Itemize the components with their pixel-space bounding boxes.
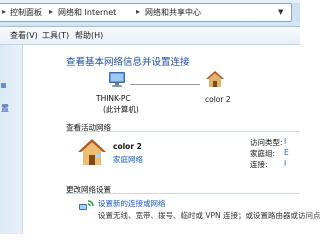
homegroup-value[interactable]: E [284,148,289,157]
menu-bar: 查看(V) 工具(T) 帮助(H) [0,27,300,45]
page-title: 查看基本网络信息并设置连接 [66,57,190,68]
computer-icon [109,72,125,87]
network-setup-icon[interactable] [78,198,94,214]
menu-view[interactable]: 查看(V) [10,30,38,41]
active-network-name: color 2 [113,142,142,151]
setup-connection-link[interactable]: 设置新的连接或网络 [98,198,166,209]
sidebar: 置 [0,45,23,234]
breadcrumb-separator[interactable]: ▸ [136,7,140,16]
homegroup-label: 家庭组: [250,149,276,158]
network-type-link[interactable]: 家庭网络 [113,154,143,165]
computer-subtitle: (此计算机) [103,105,139,114]
chevron-down-icon[interactable]: ▼ [278,8,283,16]
menu-help[interactable]: 帮助(H) [75,30,103,41]
home-icon [78,139,106,165]
breadcrumb-network-sharing-center[interactable]: 网络和共享中心 [145,7,201,18]
sidebar-link[interactable]: 置 [1,103,9,114]
computer-name: THINK-PC [96,94,131,103]
address-bar: ▸ 控制面板 ▸ 网络和 Internet ▸ 网络和共享中心 ▼ [0,0,300,27]
divider [66,131,300,132]
connections-label: 连接: [250,160,268,169]
setup-connection-description: 设置无线、宽带、拨号、临时或 VPN 连接；或设置路由器或访问点 [98,211,320,220]
menu-tools[interactable]: 工具(T) [42,30,69,41]
breadcrumb-separator: ▸ [2,7,7,16]
sidebar-link-icon[interactable] [1,81,6,90]
breadcrumb[interactable]: ▸ 控制面板 ▸ 网络和 Internet ▸ 网络和共享中心 ▼ [0,3,292,22]
access-type-value: I [284,137,287,146]
home-network-icon[interactable] [206,70,224,88]
refresh-button[interactable] [292,3,300,22]
divider [66,193,300,194]
connections-value[interactable]: I [284,159,286,168]
access-type-label: 访问类型: [250,138,283,147]
network-name: color 2 [205,95,231,104]
breadcrumb-control-panel[interactable]: 控制面板 [10,7,42,18]
connection-line [130,84,200,85]
bullet-icon [1,83,6,88]
breadcrumb-separator[interactable]: ▸ [49,7,53,16]
breadcrumb-network-internet[interactable]: 网络和 Internet [58,7,116,18]
